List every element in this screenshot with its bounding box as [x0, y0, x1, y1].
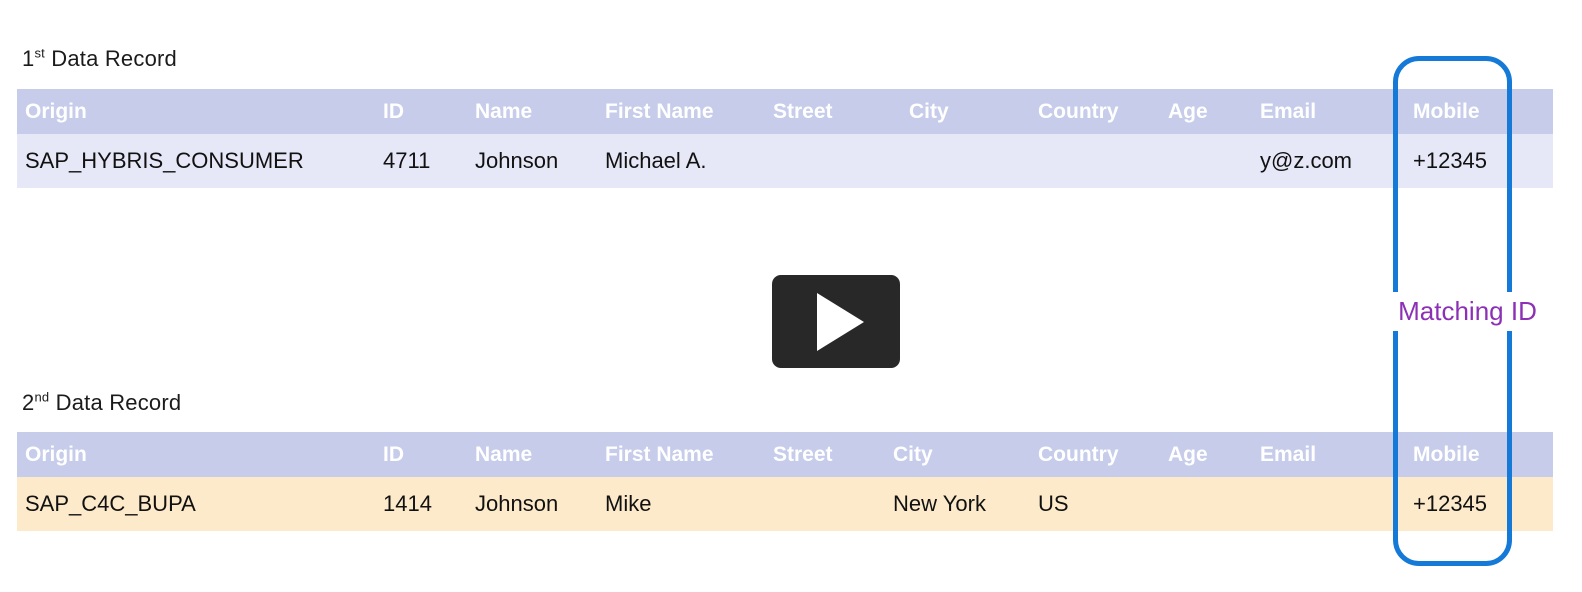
play-icon [816, 292, 864, 351]
table-1-cell-name: Johnson [475, 134, 605, 188]
table-2-cell-first-name: Mike [605, 477, 773, 531]
table-1-cell-city [909, 134, 1038, 188]
table-1-header-mobile: Mobile [1405, 89, 1553, 134]
record-caption-1: 1st Data Record [22, 46, 177, 72]
table-1-header-city: City [909, 89, 1038, 134]
table-1-cell-first-name: Michael A. [605, 134, 773, 188]
table-2-cell-country: US [1038, 477, 1168, 531]
record-caption-2-text: Data Record [49, 390, 182, 415]
table-2-cell-street [773, 477, 893, 531]
table-2-header-country: Country [1038, 432, 1168, 477]
table-2-cell-origin: SAP_C4C_BUPA [17, 477, 383, 531]
table-2-header-id: ID [383, 432, 475, 477]
table-1-header-age: Age [1168, 89, 1260, 134]
record-caption-1-number: 1 [22, 46, 35, 71]
table-1-cell-mobile: +12345 [1405, 134, 1553, 188]
record-caption-1-text: Data Record [44, 46, 177, 71]
table-row: SAP_C4C_BUPA 1414 Johnson Mike New York … [17, 477, 1553, 531]
table-2-header-city: City [893, 432, 1038, 477]
record-caption-2: 2nd Data Record [22, 390, 181, 416]
table-1-header-origin: Origin [17, 89, 383, 134]
table-2-cell-email [1260, 477, 1405, 531]
table-2-header-row: Origin ID Name First Name Street City Co… [17, 432, 1553, 477]
table-2-header-street: Street [773, 432, 893, 477]
table-2-header-mobile: Mobile [1405, 432, 1553, 477]
table-1-header-street: Street [773, 89, 909, 134]
table-1-cell-origin: SAP_HYBRIS_CONSUMER [17, 134, 383, 188]
matching-id-label: Matching ID [1355, 292, 1580, 331]
table-1-cell-id: 4711 [383, 134, 475, 188]
table-2-body: SAP_C4C_BUPA 1414 Johnson Mike New York … [17, 477, 1553, 531]
table-2-cell-city: New York [893, 477, 1038, 531]
table-1-body: SAP_HYBRIS_CONSUMER 4711 Johnson Michael… [17, 134, 1553, 188]
table-1-header-email: Email [1260, 89, 1405, 134]
table-1-header-name: Name [475, 89, 605, 134]
table-2-cell-id: 1414 [383, 477, 475, 531]
table-1-header-row: Origin ID Name First Name Street City Co… [17, 89, 1553, 134]
table-1-header-first-name: First Name [605, 89, 773, 134]
table-2-header-origin: Origin [17, 432, 383, 477]
table-1-header: Origin ID Name First Name Street City Co… [17, 89, 1553, 134]
table-2-header-name: Name [475, 432, 605, 477]
table-row: SAP_HYBRIS_CONSUMER 4711 Johnson Michael… [17, 134, 1553, 188]
table-1-cell-age [1168, 134, 1260, 188]
record-caption-2-ordinal: nd [34, 389, 50, 405]
table-2-header-first-name: First Name [605, 432, 773, 477]
table-1-cell-street [773, 134, 909, 188]
play-button[interactable] [772, 275, 900, 368]
table-2-cell-age [1168, 477, 1260, 531]
table-2-header-email: Email [1260, 432, 1405, 477]
table-2-header: Origin ID Name First Name Street City Co… [17, 432, 1553, 477]
table-1-cell-email: y@z.com [1260, 134, 1405, 188]
table-2-cell-mobile: +12345 [1405, 477, 1553, 531]
table-1-header-id: ID [383, 89, 475, 134]
table-2-cell-name: Johnson [475, 477, 605, 531]
table-1-header-country: Country [1038, 89, 1168, 134]
record-caption-1-ordinal: st [34, 45, 45, 61]
table-1-cell-country [1038, 134, 1168, 188]
slide-canvas: 1st Data Record Origin ID Name First Nam… [0, 0, 1582, 592]
table-2-header-age: Age [1168, 432, 1260, 477]
data-record-table-2: Origin ID Name First Name Street City Co… [17, 432, 1553, 531]
record-caption-2-number: 2 [22, 390, 35, 415]
data-record-table-1: Origin ID Name First Name Street City Co… [17, 89, 1553, 188]
